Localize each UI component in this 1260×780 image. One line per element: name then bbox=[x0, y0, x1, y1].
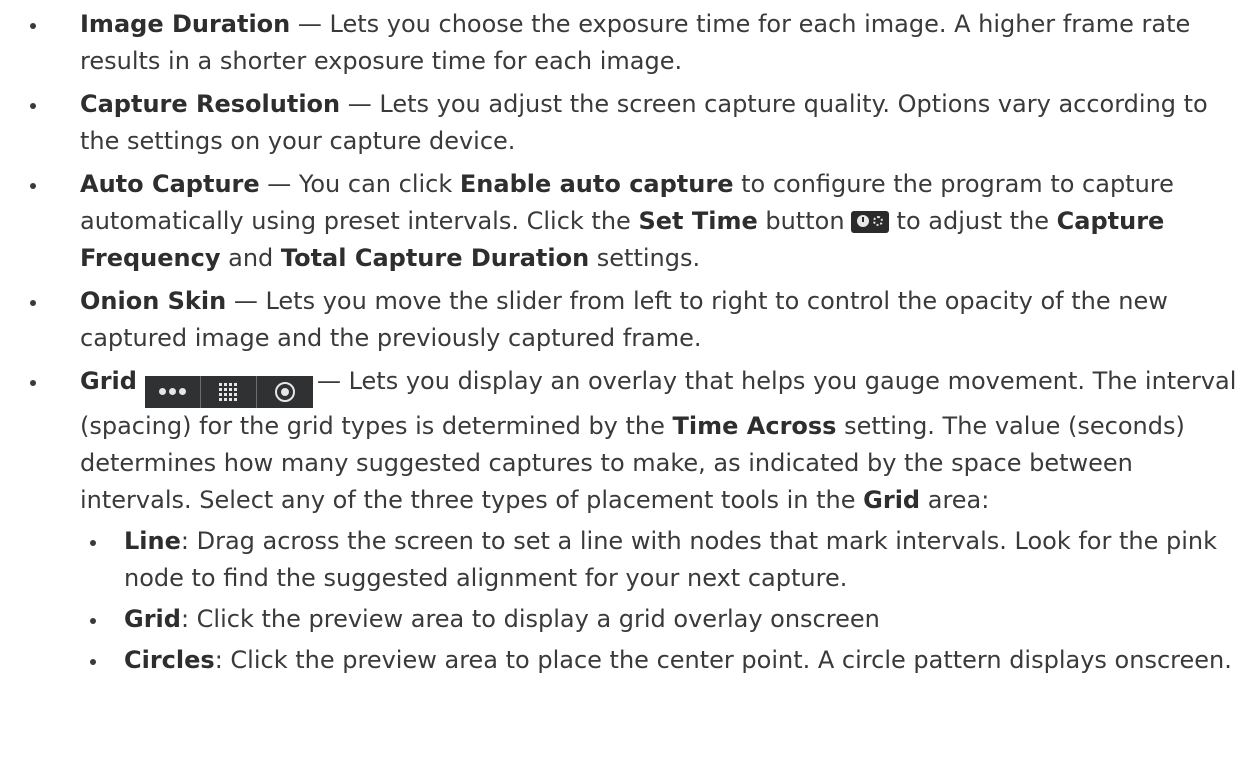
term-grid-sub: Grid bbox=[124, 604, 181, 633]
list-item-capture-resolution: Capture Resolution — Lets you adjust the… bbox=[0, 86, 1260, 160]
total-capture-duration-label: Total Capture Duration bbox=[280, 244, 590, 272]
dots-icon bbox=[144, 375, 201, 408]
desc-line: : Drag across the screen to set a line w… bbox=[124, 526, 1218, 592]
list-item-image-duration: Image Duration — Lets you choose the exp… bbox=[0, 6, 1260, 80]
desc-circles: : Click the preview area to place the ce… bbox=[214, 645, 1232, 674]
desc-grid-sub: : Click the preview area to display a gr… bbox=[180, 604, 880, 633]
term-image-duration: Image Duration bbox=[80, 10, 291, 38]
set-time-label: Set Time bbox=[638, 207, 758, 235]
term-circles: Circles bbox=[124, 645, 215, 674]
sub-item-circles: Circles: Click the preview area to place… bbox=[80, 642, 1248, 679]
term-onion-skin: Onion Skin bbox=[80, 287, 227, 315]
term-line: Line bbox=[124, 526, 181, 555]
settings-list: Image Duration — Lets you choose the exp… bbox=[0, 6, 1260, 679]
text: area: bbox=[920, 485, 990, 514]
text: button bbox=[757, 207, 845, 235]
grid-area-label: Grid bbox=[863, 485, 921, 514]
time-across-label: Time Across bbox=[672, 411, 837, 440]
text: settings. bbox=[589, 244, 701, 272]
list-item-grid: Grid — Lets you display an overlay that h… bbox=[0, 363, 1260, 679]
term-grid: Grid bbox=[80, 367, 137, 395]
list-item-onion-skin: Onion Skin — Lets you move the slider fr… bbox=[0, 283, 1260, 357]
grid-tools-icons bbox=[144, 375, 313, 408]
circle-target-icon bbox=[256, 375, 313, 408]
term-capture-resolution: Capture Resolution bbox=[80, 90, 341, 118]
sub-item-grid: Grid: Click the preview area to display … bbox=[80, 601, 1248, 638]
list-item-auto-capture: Auto Capture — You can click Enable auto… bbox=[0, 166, 1260, 277]
desc-onion-skin: — Lets you move the slider from left to … bbox=[80, 287, 1168, 352]
text: and bbox=[220, 244, 281, 272]
set-time-button-icon bbox=[850, 211, 889, 233]
gear-icon bbox=[872, 216, 883, 226]
text: — You can click bbox=[259, 170, 460, 198]
grid-sub-list: Line: Drag across the screen to set a li… bbox=[80, 523, 1248, 679]
text: to adjust the bbox=[896, 207, 1057, 235]
grid-icon bbox=[200, 375, 257, 408]
term-auto-capture: Auto Capture bbox=[80, 170, 260, 198]
sub-item-line: Line: Drag across the screen to set a li… bbox=[80, 523, 1248, 597]
help-document: Image Duration — Lets you choose the exp… bbox=[0, 0, 1260, 679]
clock-icon bbox=[856, 215, 869, 227]
enable-auto-capture-label: Enable auto capture bbox=[459, 170, 734, 198]
